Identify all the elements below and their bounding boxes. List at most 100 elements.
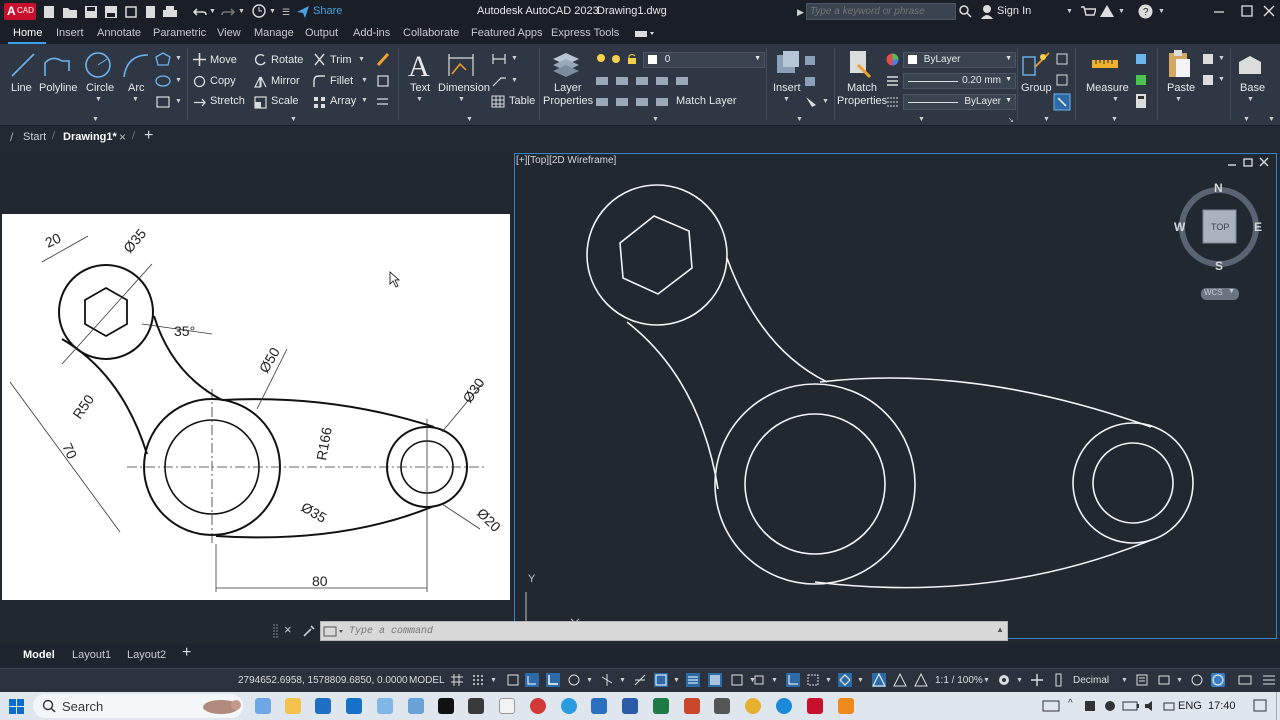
calculator-icon[interactable] (1134, 93, 1148, 109)
command-grip-icon[interactable] (272, 623, 280, 639)
tab-output[interactable]: Output (305, 27, 338, 39)
object-snap-icon[interactable] (654, 673, 668, 687)
layer-properties-label-1[interactable]: Layer (554, 82, 582, 94)
close-tab-icon[interactable]: × (119, 130, 126, 144)
ungroup-icon[interactable] (1055, 52, 1069, 66)
annotation-autoscale-icon[interactable] (893, 673, 907, 687)
dimension-icon[interactable] (446, 50, 476, 80)
notification-area-icon[interactable] (1042, 699, 1060, 713)
taskbar-app-icon[interactable] (408, 698, 424, 714)
print-icon[interactable] (162, 5, 178, 19)
viewcube-north-label[interactable]: N (1214, 181, 1223, 195)
select-all-icon[interactable] (1134, 73, 1148, 87)
new-tab-icon[interactable]: + (144, 127, 153, 145)
selection-filter-icon[interactable] (806, 673, 820, 687)
taskbar-app-icon[interactable] (377, 698, 393, 714)
language-indicator[interactable]: ENG (1178, 700, 1202, 712)
workspace-dropdown-icon[interactable]: ▼ (269, 8, 276, 15)
viewport-restore-icon[interactable] (1242, 156, 1254, 168)
tab-view[interactable]: View (217, 27, 241, 39)
boundary-icon[interactable] (155, 95, 171, 109)
base-button[interactable]: Base (1240, 82, 1265, 94)
arc-icon[interactable] (121, 51, 151, 79)
line-icon[interactable] (9, 51, 37, 79)
layer-properties-label-2[interactable]: Properties (543, 95, 593, 107)
graphics-performance-icon[interactable] (1211, 673, 1225, 687)
edit-block-icon[interactable] (804, 74, 818, 87)
word-icon[interactable] (622, 698, 638, 714)
cart-icon[interactable] (1080, 5, 1096, 19)
quick-select-icon[interactable] (1134, 52, 1148, 66)
command-history-icon[interactable]: ▲ (996, 625, 1004, 634)
base-view-icon[interactable] (1236, 52, 1264, 78)
copy-icon[interactable] (193, 75, 206, 88)
redo-icon[interactable] (221, 5, 235, 19)
undo-icon[interactable] (193, 5, 207, 19)
command-prompt-icon[interactable] (323, 625, 345, 638)
match-properties-label-1[interactable]: Match (847, 82, 877, 94)
tray-icon[interactable] (1103, 699, 1117, 713)
cut-dropdown-icon[interactable]: ▼ (1218, 55, 1225, 62)
rotate-button[interactable]: Rotate (271, 54, 303, 66)
draw-panel-expand-icon[interactable]: ▼ (92, 116, 99, 123)
viewport-minimize-icon[interactable] (1226, 156, 1238, 168)
selection-filter-dropdown-icon[interactable]: ▼ (825, 677, 832, 684)
vlc-icon[interactable] (838, 698, 854, 714)
autocad-taskbar-icon[interactable] (807, 698, 823, 714)
add-layout-icon[interactable]: + (182, 644, 191, 662)
sign-in-button[interactable]: Sign In (997, 5, 1031, 17)
circle-button[interactable]: Circle (86, 82, 114, 94)
new-file-icon[interactable] (42, 5, 56, 19)
block-panel-expand-icon[interactable]: ▼ (796, 116, 803, 123)
keyboard-icon[interactable] (1163, 700, 1175, 712)
group-selection-icon[interactable] (1053, 93, 1071, 111)
cut-icon[interactable] (1201, 52, 1215, 66)
layer-properties-icon[interactable] (551, 49, 581, 79)
viewcube-south-label[interactable]: S (1215, 259, 1223, 273)
linetype-dropdown[interactable]: ByLayer ▼ (903, 94, 1016, 110)
taskbar-app-icon[interactable] (499, 698, 515, 714)
group-edit-icon[interactable] (1055, 73, 1069, 87)
annotation-scale-value[interactable]: 1:1 / 100% (935, 675, 983, 686)
ortho-icon[interactable] (546, 673, 560, 687)
block-attr-dropdown-icon[interactable]: ▼ (822, 98, 829, 105)
customize-qat-icon[interactable]: ☰ (282, 7, 290, 18)
layer-dropdown[interactable]: 0 ▼ (643, 52, 765, 68)
viewport-controls-label[interactable]: [+][Top][2D Wireframe] (516, 155, 616, 166)
match-layer-button[interactable]: Match Layer (676, 95, 737, 107)
chrome-icon[interactable] (745, 698, 761, 714)
mirror-button[interactable]: Mirror (271, 75, 300, 87)
outlook-icon[interactable] (346, 698, 362, 714)
file-explorer-icon[interactable] (285, 698, 301, 714)
grid-icon[interactable] (450, 673, 464, 687)
share-button[interactable]: Share (313, 5, 342, 17)
measure-button[interactable]: Measure (1086, 82, 1129, 94)
tab-annotate[interactable]: Annotate (97, 27, 141, 39)
taskbar-app-icon[interactable] (591, 698, 607, 714)
clean-screen-icon[interactable] (1238, 673, 1252, 687)
array-icon[interactable] (313, 96, 326, 109)
table-icon[interactable] (491, 95, 505, 108)
selection-cycling-icon[interactable] (730, 673, 744, 687)
polyline-icon[interactable] (42, 51, 72, 79)
signin-dropdown-icon[interactable]: ▼ (1066, 8, 1073, 15)
stretch-icon[interactable] (193, 96, 206, 109)
fillet-dropdown-icon[interactable]: ▼ (361, 77, 368, 84)
snap-icon[interactable] (471, 673, 485, 687)
battery-icon[interactable] (1122, 700, 1140, 712)
block-attributes-icon[interactable] (804, 95, 818, 108)
export-icon[interactable] (144, 5, 158, 19)
scale-dropdown-icon[interactable]: ▼ (983, 677, 990, 684)
layout1-tab[interactable]: Layout1 (72, 649, 111, 661)
app-logo[interactable]: A CAD (4, 3, 36, 20)
text-dropdown-icon[interactable]: ▼ (416, 96, 423, 103)
coordinates-readout[interactable]: 2794652.6958, 1578809.6850, 0.0000 (238, 675, 408, 686)
viewcube-west-label[interactable]: W (1174, 220, 1185, 234)
close-icon[interactable] (1262, 4, 1276, 18)
offset-icon[interactable] (376, 95, 390, 109)
paste-button[interactable]: Paste (1167, 82, 1195, 94)
taskbar-app-icon[interactable] (438, 698, 454, 714)
line-button[interactable]: Line (11, 82, 32, 94)
model-space-toggle[interactable]: MODEL (409, 675, 445, 686)
tab-featured-apps[interactable]: Featured Apps (471, 27, 543, 39)
